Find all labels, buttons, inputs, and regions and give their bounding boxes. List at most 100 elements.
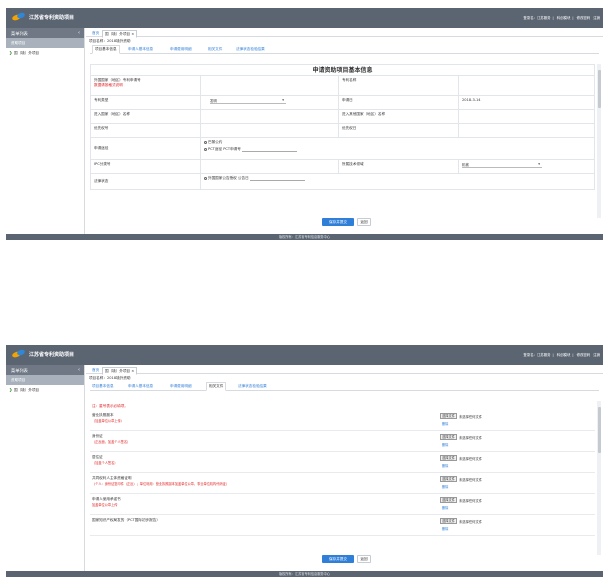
form-actions: 保存并提交 返回 bbox=[86, 555, 603, 564]
entry-country-input[interactable] bbox=[201, 110, 339, 123]
subtab-applicant-info[interactable]: 申请人基本信息 bbox=[128, 47, 153, 52]
subtab-project-info[interactable]: 项目基本信息 bbox=[92, 384, 114, 389]
app-title: 江苏省专利资助项目 bbox=[29, 15, 75, 21]
application-number-input[interactable] bbox=[201, 76, 339, 95]
attachment-row: 申请人使用承诺书 加盖单位公章上传 选择文件 未选择任何文件 删除 bbox=[90, 494, 595, 515]
field-label: 专利名称 bbox=[339, 76, 459, 95]
module-link[interactable]: 科创模块 bbox=[557, 16, 571, 20]
radio-granted[interactable]: 外国国家公告授权 公告日 bbox=[204, 176, 591, 181]
page-tabbar: 首页 国（境）外项目 × bbox=[86, 28, 603, 38]
publication-date-input[interactable] bbox=[249, 177, 305, 181]
filing-date-value[interactable]: 2018-3-14 bbox=[459, 96, 594, 109]
module-link[interactable]: 科创模块 bbox=[557, 353, 571, 357]
field-label: 申请日 bbox=[339, 96, 459, 109]
sidebar-item-overseas[interactable]: ❯ 国（境）外项目 bbox=[6, 48, 84, 58]
back-button[interactable]: 返回 bbox=[357, 218, 371, 226]
delete-link[interactable]: 删除 bbox=[442, 421, 448, 426]
subtab-fee-details[interactable]: 申请费用明细 bbox=[170, 47, 192, 52]
subtab-fee-details[interactable]: 申请费用明细 bbox=[170, 384, 192, 389]
ipc-input[interactable] bbox=[201, 160, 339, 173]
patent-name-input[interactable] bbox=[459, 76, 594, 95]
radio-pct[interactable]: PCT途径 PCT申请号 bbox=[204, 147, 591, 152]
scrollbar-thumb[interactable] bbox=[597, 70, 601, 108]
chevron-down-icon: ▾ bbox=[282, 98, 284, 102]
file-status: 未选择任何文件 bbox=[459, 478, 483, 482]
collapse-icon[interactable]: ‹ bbox=[78, 30, 80, 36]
main-panel: 首页 国（境）外项目 × 项目名称：2018境外资助 项目基本信息 申请人基本信… bbox=[86, 365, 603, 571]
back-button[interactable]: 返回 bbox=[357, 555, 371, 563]
tech-field-select[interactable]: 机械 ▾ bbox=[462, 162, 542, 168]
subtab-legal-status[interactable]: 法律状态检验结果 bbox=[238, 384, 267, 389]
scrollbar[interactable] bbox=[597, 64, 601, 218]
logo-icon bbox=[11, 348, 26, 359]
choose-file-button[interactable]: 选择文件 bbox=[440, 455, 457, 461]
priority-date-input[interactable] bbox=[459, 124, 594, 137]
logout-link[interactable]: 注销 bbox=[593, 353, 600, 357]
attachment-label: 国家知识产权局发的（PCT国际初步报告） bbox=[92, 518, 160, 522]
footer: 版权所有：江苏省专利信息服务中心 bbox=[6, 571, 603, 577]
save-submit-button[interactable]: 保存并提交 bbox=[322, 555, 354, 563]
other-country-input[interactable] bbox=[459, 110, 594, 123]
page-tabbar: 首页 国（境）外项目 × bbox=[86, 365, 603, 375]
sidebar-item-label: 国（境）外项目 bbox=[14, 51, 40, 55]
scrollbar-thumb[interactable] bbox=[597, 407, 601, 453]
delete-link[interactable]: 删除 bbox=[442, 463, 448, 468]
attachment-hint: 加盖单位公章上传 bbox=[92, 503, 118, 507]
file-status: 未选择任何文件 bbox=[459, 520, 483, 524]
username: 登录名：江苏服务 bbox=[523, 353, 551, 357]
tab-home[interactable]: 首页 bbox=[90, 367, 101, 373]
sidebar-group-funding[interactable]: 资助项目 bbox=[6, 375, 84, 385]
project-name: 项目名称：2018境外资助 bbox=[89, 375, 131, 380]
delete-link[interactable]: 删除 bbox=[442, 505, 448, 510]
choose-file-button[interactable]: 选择文件 bbox=[440, 518, 457, 524]
form-row: 专利类型 发明 ▾ 申请日 2018-3-14 bbox=[90, 96, 595, 110]
subtab-applicant-info[interactable]: 申请人基本信息 bbox=[128, 384, 153, 389]
chevron-right-icon: ❯ bbox=[9, 50, 13, 55]
sidebar-group-funding[interactable]: 资助项目 bbox=[6, 38, 84, 48]
choose-file-button[interactable]: 选择文件 bbox=[440, 434, 457, 440]
patent-type-select[interactable]: 发明 ▾ bbox=[210, 98, 286, 104]
main-panel: 首页 国（境）外项目 × 项目名称：2018境外资助 项目基本信息 申请人基本信… bbox=[86, 28, 603, 234]
username: 登录名：江苏服务 bbox=[523, 16, 551, 20]
subtab-project-info[interactable]: 项目基本信息 bbox=[92, 45, 120, 54]
priority-number-input[interactable] bbox=[201, 124, 339, 137]
form-subtabs: 项目基本信息 申请人基本信息 申请费用明细 相关文件 法律状态检验结果 bbox=[90, 381, 599, 391]
field-label: 法律状态 bbox=[91, 174, 201, 189]
top-header: 江苏省专利资助项目 登录名：江苏服务 | 科创模块 | 修改密码 注销 bbox=[6, 8, 603, 28]
choose-file-button[interactable]: 选择文件 bbox=[440, 476, 457, 482]
attachment-hint: （个人：身份证复印件（正反）；单位利用：营业执照副本加盖单位公章，事业单位机构代… bbox=[92, 482, 230, 486]
user-menu: 登录名：江苏服务 | 科创模块 | 修改密码 注销 bbox=[523, 16, 600, 20]
form-row: 优先权号 优先权日 bbox=[90, 124, 595, 138]
radio-paris[interactable]: 巴黎公约 bbox=[204, 140, 591, 145]
attachment-row: 身份证 （正反面，加盖个人签名） 选择文件 未选择任何文件 删除 bbox=[90, 431, 595, 452]
delete-link[interactable]: 删除 bbox=[442, 442, 448, 447]
tab-overseas[interactable]: 国（境）外项目 × bbox=[102, 367, 138, 375]
delete-link[interactable]: 删除 bbox=[442, 526, 448, 531]
save-submit-button[interactable]: 保存并提交 bbox=[322, 218, 354, 226]
subtab-related-files[interactable]: 相关文件 bbox=[208, 47, 222, 52]
delete-link[interactable]: 删除 bbox=[442, 484, 448, 489]
subtab-legal-status[interactable]: 法律状态检验结果 bbox=[236, 47, 265, 52]
form-row: 法律状态 外国国家公告授权 公告日 bbox=[90, 174, 595, 190]
tab-home[interactable]: 首页 bbox=[90, 30, 101, 36]
change-password-link[interactable]: 修改密码 bbox=[577, 16, 591, 20]
field-label: 进入其他国家（地区）名称 bbox=[339, 110, 459, 123]
subtab-related-files[interactable]: 相关文件 bbox=[206, 382, 227, 391]
basic-info-form: 申请资助项目基本信息 外国国家（地区）专利申请号 数据请按格式说明 专利名称 专… bbox=[90, 64, 595, 218]
file-status: 未选择任何文件 bbox=[459, 436, 483, 440]
choose-file-button[interactable]: 选择文件 bbox=[440, 413, 457, 419]
logout-link[interactable]: 注销 bbox=[593, 16, 600, 20]
scrollbar[interactable] bbox=[597, 401, 601, 555]
collapse-icon[interactable]: ‹ bbox=[78, 367, 80, 373]
user-menu: 登录名：江苏服务 | 科创模块 | 修改密码 注销 bbox=[523, 353, 600, 357]
field-label: 专利类型 bbox=[91, 96, 201, 109]
pct-number-input[interactable] bbox=[242, 148, 298, 152]
sidebar-item-overseas[interactable]: ❯ 国（境）外项目 bbox=[6, 385, 84, 395]
choose-file-button[interactable]: 选择文件 bbox=[440, 497, 457, 503]
required-note: 注：星号表示必填项。 bbox=[92, 404, 128, 408]
attachment-hint: （加盖个人签名） bbox=[92, 461, 118, 465]
attachment-row: 营业执照副本 （加盖单位公章上传） 选择文件 未选择任何文件 删除 bbox=[90, 410, 595, 431]
attachment-row: 共同权利人主体资格证明 （个人：身份证复印件（正反）；单位利用：营业执照副本加盖… bbox=[90, 473, 595, 494]
tab-overseas[interactable]: 国（境）外项目 × bbox=[102, 30, 138, 38]
change-password-link[interactable]: 修改密码 bbox=[577, 353, 591, 357]
